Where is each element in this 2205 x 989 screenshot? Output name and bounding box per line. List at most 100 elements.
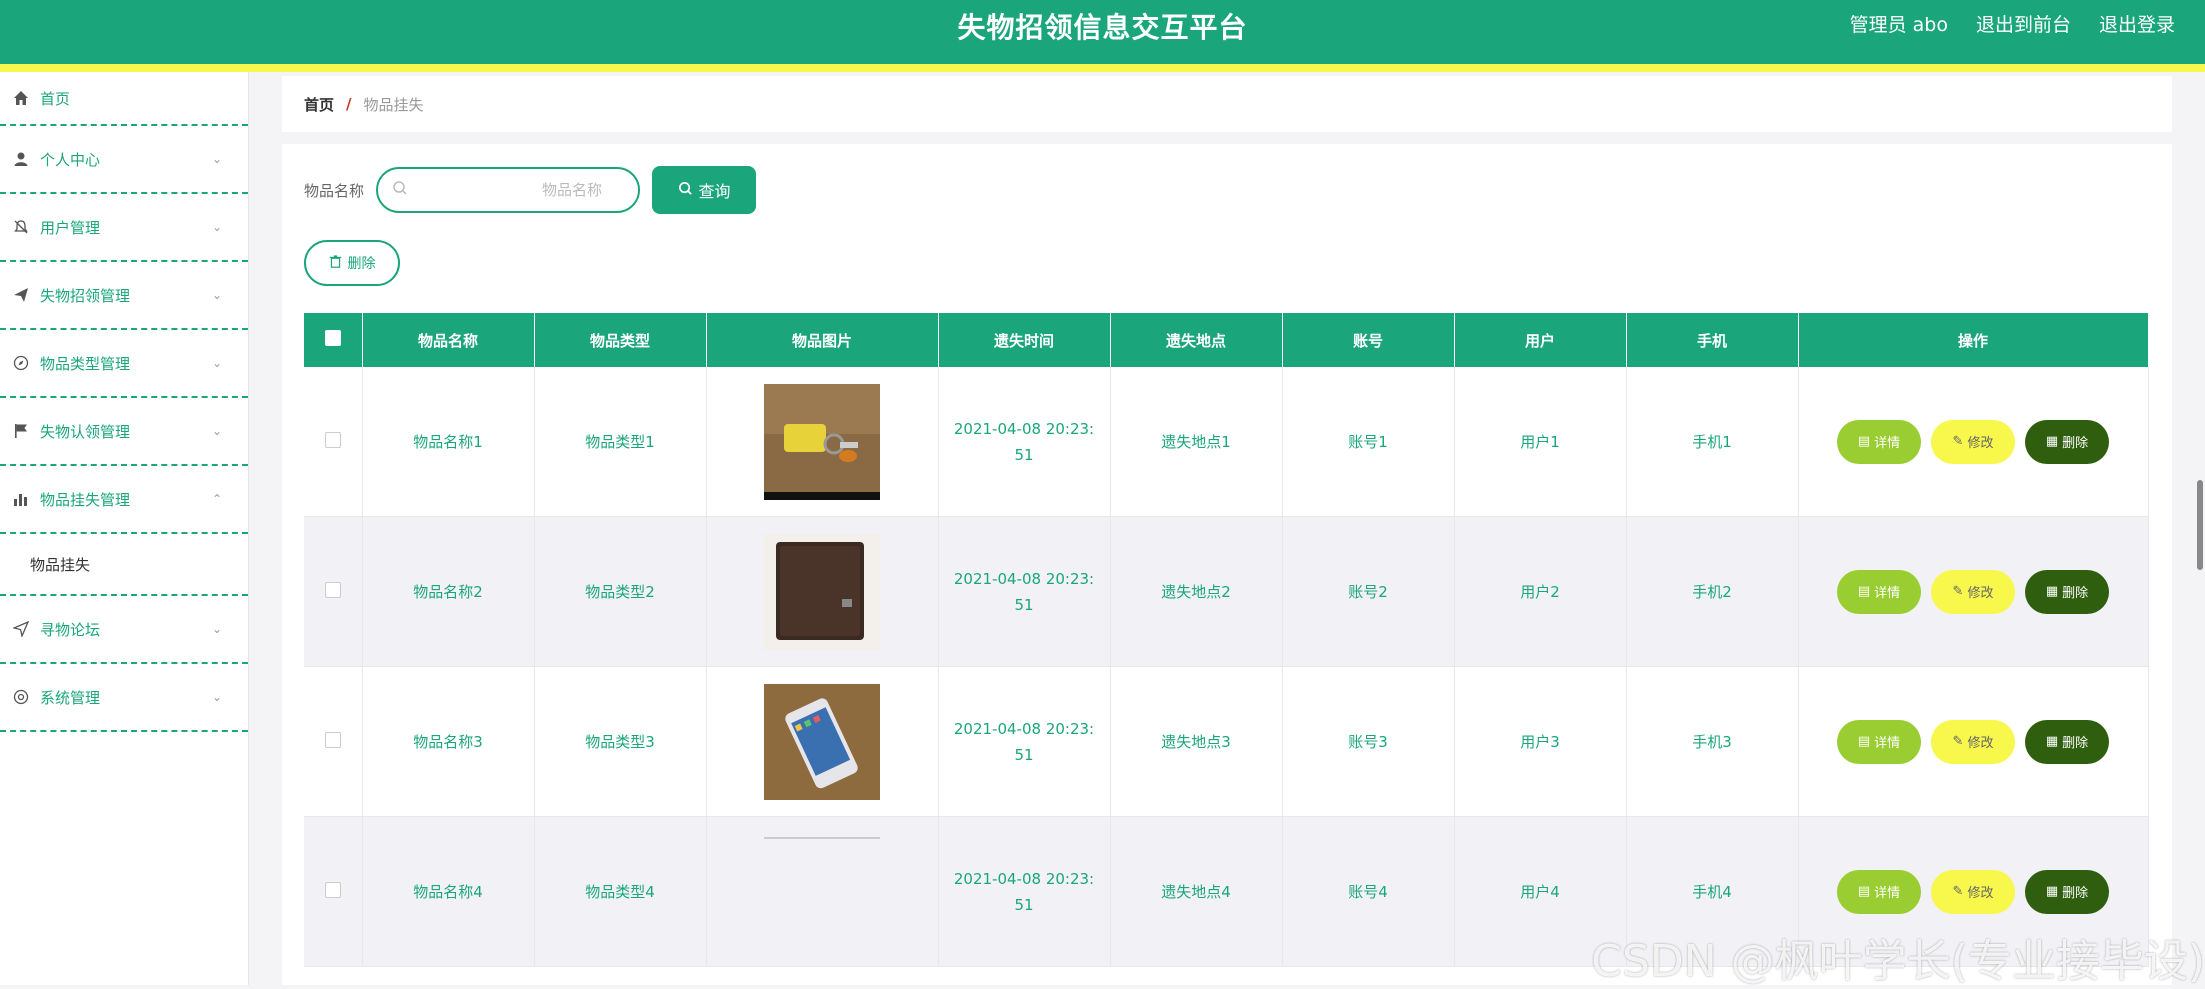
table-row: 物品名称3 物品类型3 2021-04-08 20:23: 51 遗失地点3 账… xyxy=(304,666,2149,817)
account-cell: 账号3 xyxy=(1282,666,1455,817)
main-panel: 物品名称 查询 删除 xyxy=(282,144,2172,985)
sidebar-item-lost-found-management[interactable]: 失物招领管理 ⌄ xyxy=(0,262,248,330)
delete-button[interactable]: ▦ 删除 xyxy=(2025,419,2109,464)
row-actions: ▤ 详情 ✎ 修改 ▦ 删除 xyxy=(1800,869,2147,914)
detail-button-label: 详情 xyxy=(1874,586,1901,601)
pencil-icon: ✎ xyxy=(1952,884,1964,899)
edit-button-label: 修改 xyxy=(1967,736,1994,751)
sidebar-item-forum[interactable]: 寻物论坛 ⌄ xyxy=(0,596,248,664)
logout-link[interactable]: 退出登录 xyxy=(2099,10,2175,37)
user-icon xyxy=(12,150,30,168)
delete-button[interactable]: ▦ 删除 xyxy=(2025,719,2109,764)
select-all-checkbox[interactable] xyxy=(324,330,341,346)
trash-icon: ▦ xyxy=(2045,734,2059,749)
lost-place-cell: 遗失地点1 xyxy=(1110,367,1283,517)
chevron-down-icon: ⌄ xyxy=(211,424,222,438)
search-label: 物品名称 xyxy=(304,181,365,200)
column-header: 物品图片 xyxy=(706,313,939,367)
navigation-icon xyxy=(12,620,30,638)
column-header: 操作 xyxy=(1798,313,2149,367)
sidebar-item-item-type-management[interactable]: 物品类型管理 ⌄ xyxy=(0,330,248,398)
account-cell: 账号4 xyxy=(1282,816,1455,967)
lost-time-line: 2021-04-08 20:23: xyxy=(953,719,1095,738)
edit-button-label: 修改 xyxy=(1967,436,1994,451)
item-type-cell: 物品类型2 xyxy=(534,516,707,667)
detail-button[interactable]: ▤ 详情 xyxy=(1837,419,1921,464)
delete-button[interactable]: ▦ 删除 xyxy=(2025,869,2109,914)
sidebar: 首页 个人中心 ⌄ 用户管理 ⌄ 失物招领管理 ⌄ 物品类型管理 ⌄ 失物认领管… xyxy=(0,72,249,985)
detail-button[interactable]: ▤ 详情 xyxy=(1837,869,1921,914)
row-actions: ▤ 详情 ✎ 修改 ▦ 删除 xyxy=(1800,419,2147,464)
page-scrollbar[interactable] xyxy=(2197,480,2203,570)
lost-place-cell: 遗失地点4 xyxy=(1110,816,1283,967)
send-icon xyxy=(12,286,30,304)
sidebar-subitem-loss-report[interactable]: 物品挂失 xyxy=(0,534,248,596)
breadcrumb-home[interactable]: 首页 xyxy=(304,94,334,115)
row-checkbox[interactable] xyxy=(324,731,341,748)
lost-time-line: 51 xyxy=(1014,895,1034,914)
item-name-cell: 物品名称1 xyxy=(362,367,535,517)
edit-button[interactable]: ✎ 修改 xyxy=(1931,569,2015,614)
user-cell: 用户2 xyxy=(1454,516,1627,667)
item-type-cell: 物品类型1 xyxy=(534,367,707,517)
edit-button[interactable]: ✎ 修改 xyxy=(1931,419,2015,464)
lost-time-line: 2021-04-08 20:23: xyxy=(953,569,1095,588)
detail-button-label: 详情 xyxy=(1874,886,1901,901)
table-row: 物品名称2 物品类型2 2021-04-08 20:23: 51 遗失地点2 账… xyxy=(304,516,2149,667)
sidebar-item-label: 失物认领管理 xyxy=(40,422,131,441)
sidebar-item-label: 系统管理 xyxy=(40,688,101,707)
pencil-icon: ✎ xyxy=(1952,434,1964,449)
column-header: 用户 xyxy=(1454,313,1627,367)
chevron-down-icon: ⌄ xyxy=(211,152,222,166)
search-icon xyxy=(678,181,693,200)
edit-button[interactable]: ✎ 修改 xyxy=(1931,869,2015,914)
row-checkbox[interactable] xyxy=(324,581,341,598)
row-checkbox[interactable] xyxy=(324,881,341,898)
edit-button[interactable]: ✎ 修改 xyxy=(1931,719,2015,764)
delete-button[interactable]: ▦ 删除 xyxy=(2025,569,2109,614)
lost-time-line: 51 xyxy=(1014,445,1034,464)
column-header: 手机 xyxy=(1626,313,1799,367)
detail-button-label: 详情 xyxy=(1874,436,1901,451)
flag-icon xyxy=(12,422,30,440)
sidebar-item-system-management[interactable]: 系统管理 ⌄ xyxy=(0,664,248,732)
sidebar-item-user-management[interactable]: 用户管理 ⌄ xyxy=(0,194,248,262)
sidebar-item-personal-center[interactable]: 个人中心 ⌄ xyxy=(0,126,248,194)
item-name-cell: 物品名称2 xyxy=(362,516,535,667)
sidebar-item-label: 个人中心 xyxy=(40,150,101,169)
sidebar-item-loss-report-management[interactable]: 物品挂失管理 ⌃ xyxy=(0,466,248,534)
row-actions: ▤ 详情 ✎ 修改 ▦ 删除 xyxy=(1800,719,2147,764)
batch-delete-button[interactable]: 删除 xyxy=(304,240,400,286)
lost-time-cell: 2021-04-08 20:23: 51 xyxy=(938,367,1111,517)
sidebar-item-label: 寻物论坛 xyxy=(40,620,101,639)
breadcrumb-separator: / xyxy=(346,95,352,113)
row-checkbox[interactable] xyxy=(324,431,341,448)
sidebar-item-claim-management[interactable]: 失物认领管理 ⌄ xyxy=(0,398,248,466)
search-input[interactable] xyxy=(408,180,625,200)
item-photo-keys xyxy=(764,383,880,500)
search-button-label: 查询 xyxy=(698,182,731,201)
chevron-down-icon: ⌄ xyxy=(211,622,222,636)
detail-button-label: 详情 xyxy=(1874,736,1901,751)
lost-place-cell: 遗失地点2 xyxy=(1110,516,1283,667)
sidebar-item-home[interactable]: 首页 xyxy=(0,72,248,126)
table-header-row: 物品名称 物品类型 物品图片 遗失时间 遗失地点 账号 用户 手机 操作 xyxy=(304,313,2149,367)
item-name-cell: 物品名称3 xyxy=(362,666,535,817)
phone-cell: 手机3 xyxy=(1626,666,1799,817)
admin-user-link[interactable]: 管理员 abo xyxy=(1850,10,1948,37)
pencil-icon: ✎ xyxy=(1952,584,1964,599)
chevron-down-icon: ⌄ xyxy=(211,220,222,234)
compass-icon xyxy=(12,354,30,372)
search-button[interactable]: 查询 xyxy=(652,166,757,214)
chevron-up-icon: ⌃ xyxy=(211,492,222,506)
search-box[interactable] xyxy=(376,167,641,213)
detail-button[interactable]: ▤ 详情 xyxy=(1837,569,1921,614)
detail-button[interactable]: ▤ 详情 xyxy=(1837,719,1921,764)
user-cell: 用户1 xyxy=(1454,367,1627,517)
trash-icon: ▦ xyxy=(2045,884,2059,899)
chevron-down-icon: ⌄ xyxy=(211,288,222,302)
bell-off-icon xyxy=(12,218,30,236)
document-icon: ▤ xyxy=(1857,434,1871,449)
loss-report-table: 物品名称 物品类型 物品图片 遗失时间 遗失地点 账号 用户 手机 操作 物品名… xyxy=(304,313,2149,967)
front-page-link[interactable]: 退出到前台 xyxy=(1976,10,2071,37)
